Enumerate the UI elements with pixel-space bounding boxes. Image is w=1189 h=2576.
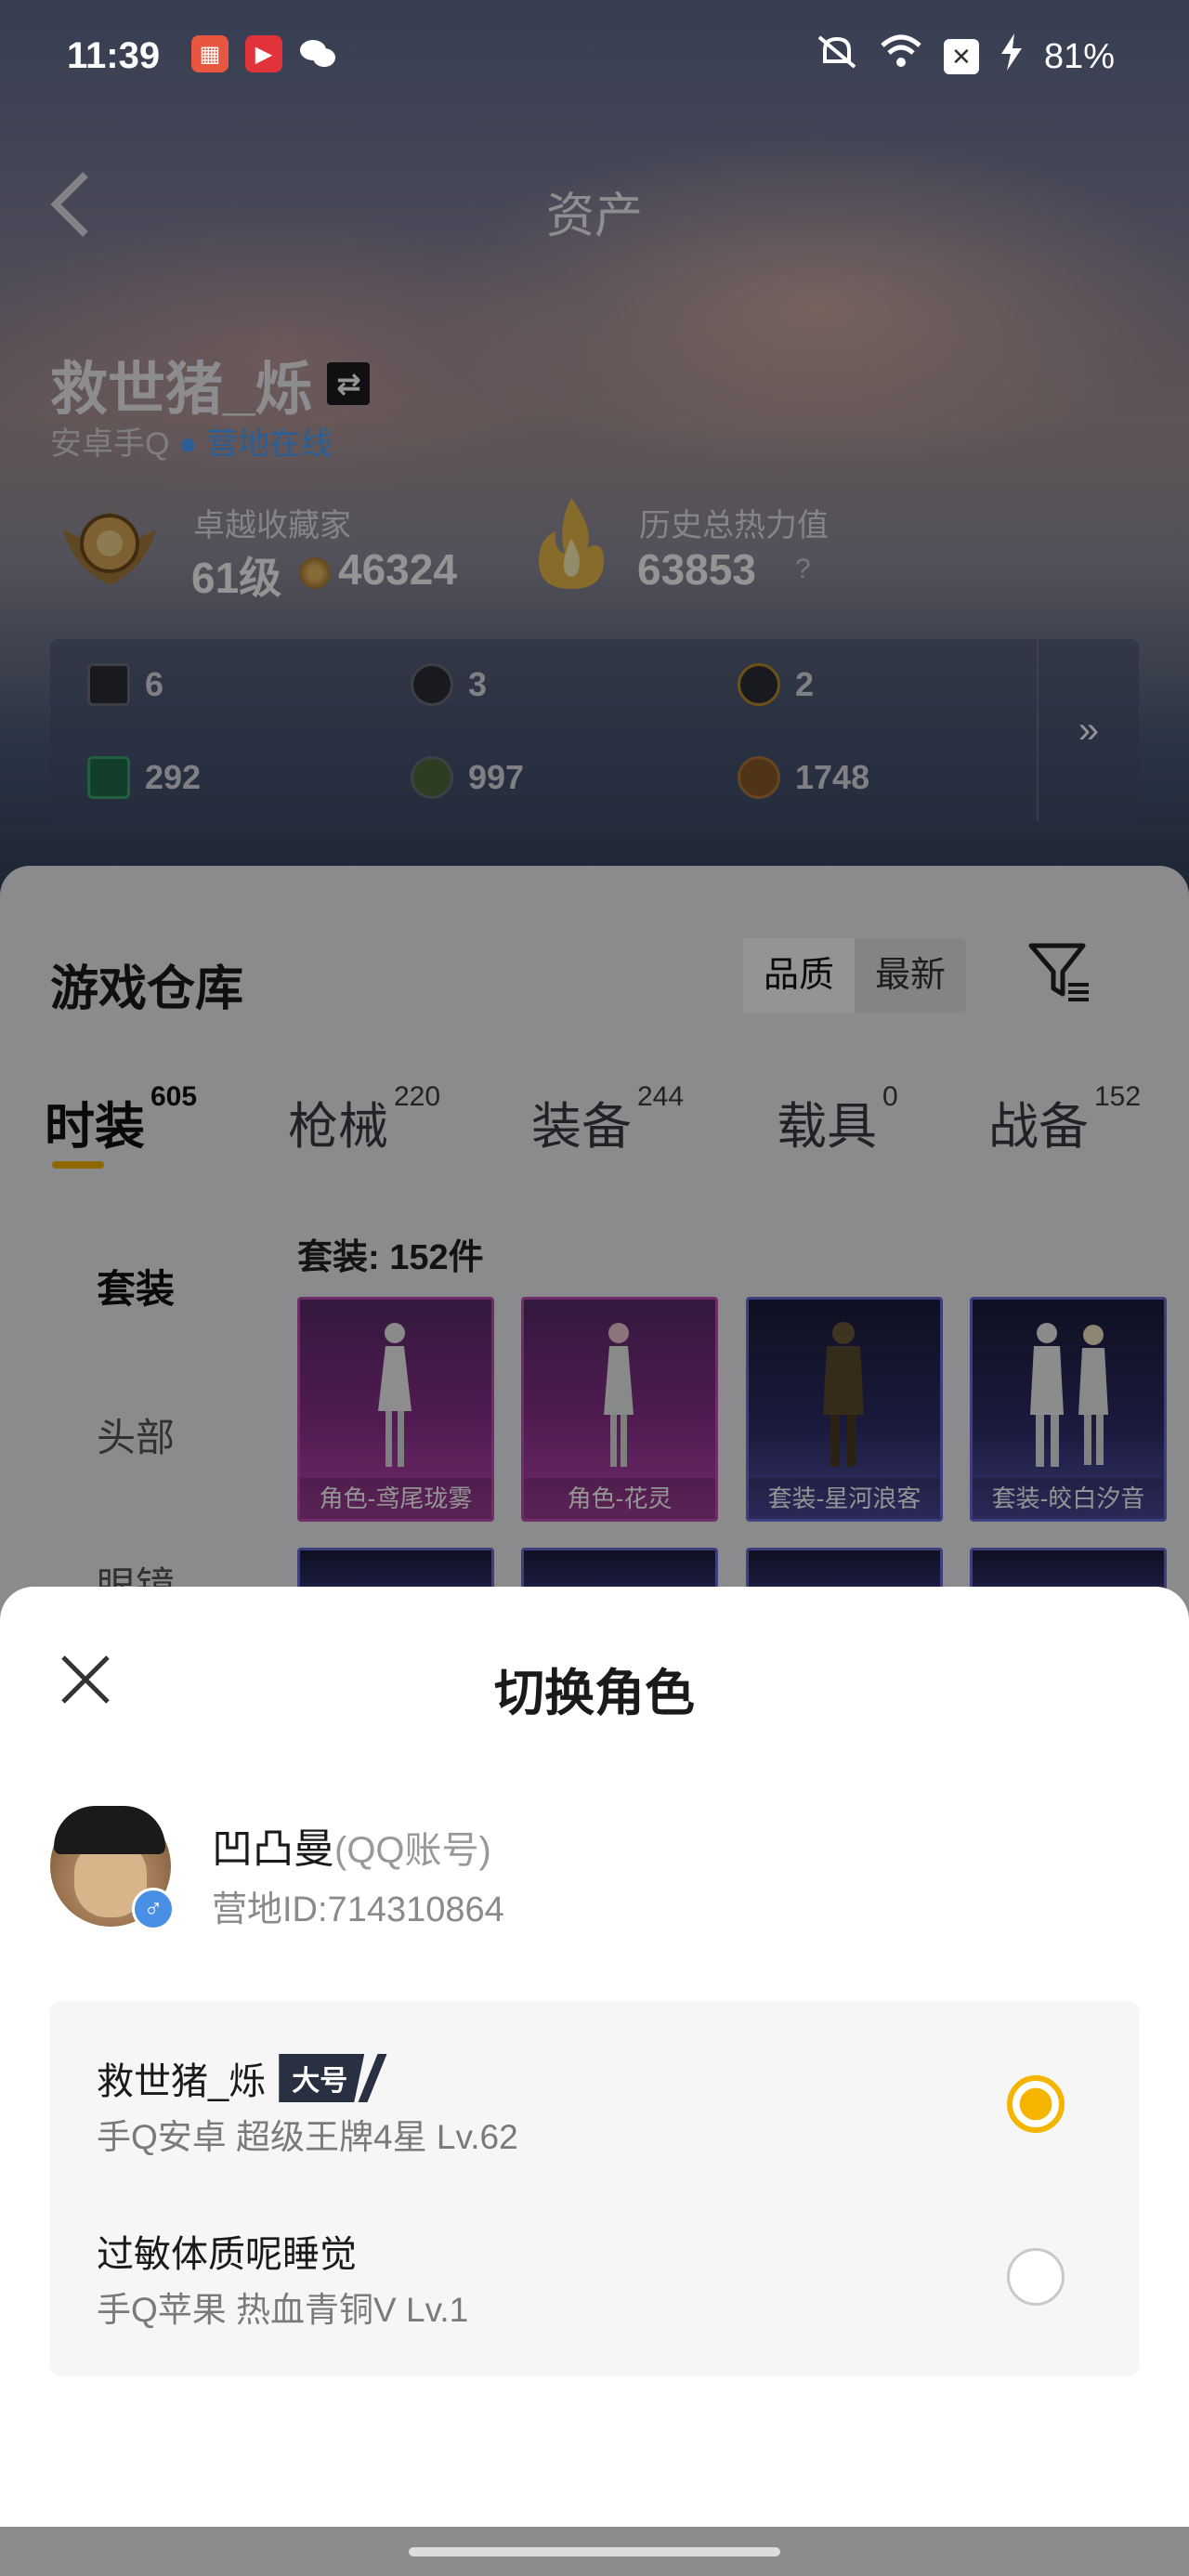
account-name-row: 凹凸曼(QQ账号) (212, 1815, 491, 1875)
avatar-cap (54, 1806, 165, 1854)
mute-icon (816, 33, 858, 80)
account-id: 营地ID:714310864 (212, 1890, 504, 1929)
avatar: ♂ (50, 1806, 175, 1930)
role-name: 救世猪_烁 (97, 2061, 267, 2102)
wechat-icon (299, 35, 336, 72)
switch-role-sheet: 切换角色 ♂ 凹凸曼(QQ账号) 营地ID:714310864 救世猪_烁 大号… (0, 1587, 1189, 2527)
account-name: 凹凸曼 (212, 1826, 334, 1872)
role-row[interactable]: 过敏体质呢睡觉 手Q苹果 热血青铜V Lv.1 (50, 2174, 1139, 2347)
app-icon-1: ▦ (191, 35, 229, 72)
sheet-title: 切换角色 (494, 1666, 695, 1721)
x-box-icon: ✕ (943, 39, 979, 74)
role-name-row: 救世猪_烁 大号 (97, 2051, 387, 2105)
status-time: 11:39 (67, 35, 161, 76)
role-detail: 手Q苹果 热血青铜V Lv.1 (97, 2291, 469, 2329)
male-icon: ♂ (132, 1888, 175, 1930)
role-name: 过敏体质呢睡觉 (97, 2234, 357, 2275)
status-right: ✕ 81% (816, 33, 1115, 80)
status-bar: 11:39 ▦ ▶ ✕ 81% (0, 0, 1189, 111)
main-account-tag: 大号 (279, 2054, 365, 2102)
role-radio-selected[interactable] (1007, 2075, 1065, 2133)
battery-percent: 81% (1043, 36, 1115, 76)
role-detail: 手Q安卓 超级王牌4星 Lv.62 (97, 2118, 518, 2156)
role-list: 救世猪_烁 大号 手Q安卓 超级王牌4星 Lv.62 过敏体质呢睡觉 手Q苹果 … (50, 2001, 1139, 2376)
home-indicator[interactable] (409, 2547, 780, 2556)
account-type: (QQ账号) (334, 1830, 491, 1871)
wifi-icon (879, 34, 923, 79)
status-app-icons: ▦ ▶ (191, 35, 336, 72)
video-app-icon: ▶ (245, 35, 282, 72)
role-name-row: 过敏体质呢睡觉 (97, 2224, 357, 2278)
role-radio[interactable] (1007, 2248, 1065, 2306)
charging-icon (1000, 33, 1024, 80)
role-row[interactable]: 救世猪_烁 大号 手Q安卓 超级王牌4星 Lv.62 (50, 2001, 1139, 2174)
